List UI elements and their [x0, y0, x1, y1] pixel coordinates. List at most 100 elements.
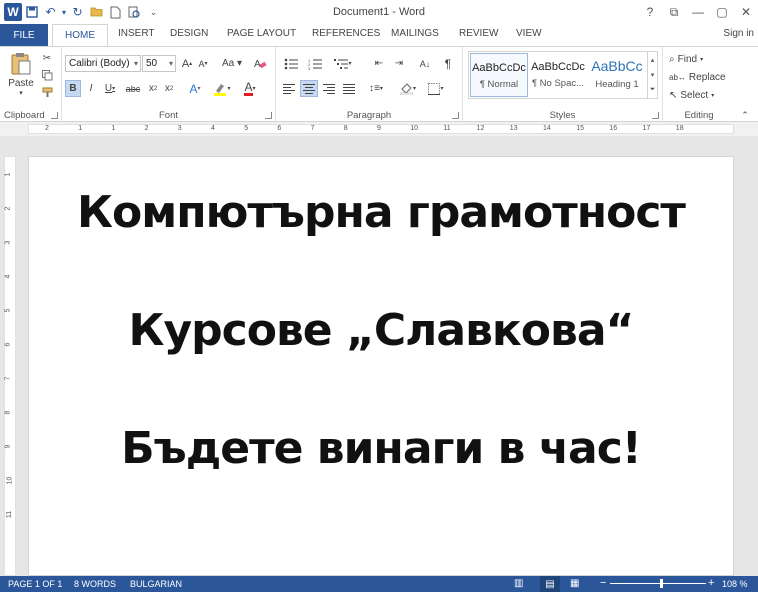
font-size-combo[interactable]: 50 ▾ — [142, 55, 176, 72]
tab-file[interactable]: FILE — [0, 24, 48, 46]
strikethrough-button[interactable]: abc — [124, 80, 142, 97]
bold-button[interactable]: B — [65, 80, 81, 97]
word-count[interactable]: 8 WORDS — [74, 579, 116, 589]
close-icon[interactable]: ✕ — [734, 0, 758, 24]
grow-font-icon[interactable]: A ▴ — [180, 55, 194, 72]
font-size-dropdown-icon[interactable]: ▾ — [169, 56, 173, 71]
underline-button[interactable]: U ▾ — [100, 80, 120, 97]
cut-icon[interactable]: ✂ — [40, 51, 54, 65]
align-right-icon[interactable] — [320, 80, 338, 97]
help-icon[interactable]: ? — [638, 0, 662, 24]
paste-button[interactable]: Paste ▾ — [6, 51, 36, 97]
minimize-icon[interactable]: — — [686, 0, 710, 24]
select-button[interactable]: ↖ Select ▾ — [669, 87, 714, 103]
zoom-level[interactable]: 108 % — [722, 579, 748, 589]
style-normal[interactable]: AaBbCcDc ¶ Normal — [470, 53, 528, 97]
document-page[interactable]: Компютърна грамотност Курсове „Славкова“… — [28, 156, 734, 576]
vertical-ruler-number: 6 — [4, 342, 12, 347]
paste-dropdown-icon[interactable]: ▾ — [19, 89, 23, 97]
ruler-number: 13 — [509, 125, 518, 132]
page-count[interactable]: PAGE 1 OF 1 — [8, 579, 62, 589]
font-name-combo[interactable]: Calibri (Body) ▾ — [65, 55, 141, 72]
find-dropdown-icon[interactable]: ▾ — [700, 56, 703, 63]
line-spacing-icon[interactable]: ↕≡ ▾ — [364, 80, 388, 97]
paragraph-launcher-icon[interactable] — [452, 112, 459, 119]
select-dropdown-icon[interactable]: ▾ — [711, 92, 714, 99]
find-label: Find — [677, 53, 698, 65]
shading-icon[interactable]: ▾ — [396, 80, 420, 97]
styles-more-icon[interactable]: ⏷ — [650, 86, 656, 94]
ruler-number: 15 — [576, 125, 584, 132]
styles-label: Styles — [549, 110, 576, 121]
sort-icon[interactable]: A↓ — [416, 55, 434, 72]
sign-in-link[interactable]: Sign in — [723, 28, 754, 39]
title-bar: W ↶ ▾ ↻ ⌄ Document1 - Word ? ⧉ — ▢ ✕ — [0, 0, 758, 24]
style-heading-1[interactable]: AaBbCc Heading 1 — [588, 53, 646, 97]
multilevel-list-icon[interactable]: ▾ — [328, 55, 358, 72]
style-no-spacing[interactable]: AaBbCcDc ¶ No Spac... — [529, 53, 587, 97]
styles-scroll-down-icon[interactable]: ▾ — [651, 71, 655, 79]
tab-insert[interactable]: INSERT — [118, 28, 155, 39]
format-painter-icon[interactable] — [40, 85, 54, 99]
document-line-2[interactable]: Курсове „Славкова“ — [29, 305, 733, 356]
styles-scrollbar[interactable]: ▴ ▾ ⏷ — [647, 52, 657, 98]
collapse-ribbon-icon[interactable]: ⌃ — [738, 109, 752, 121]
font-launcher-icon[interactable] — [265, 112, 272, 119]
document-line-1[interactable]: Компютърна грамотност — [29, 187, 733, 238]
ruler-number: 8 — [343, 125, 348, 132]
align-left-icon[interactable] — [280, 80, 298, 97]
numbering-icon[interactable]: 123 — [304, 55, 326, 72]
ruler-number: 9 — [377, 125, 381, 132]
italic-button[interactable]: I — [84, 80, 98, 97]
language-indicator[interactable]: BULGARIAN — [130, 579, 182, 589]
borders-icon[interactable]: ▾ — [424, 80, 448, 97]
text-effects-icon[interactable]: A ▾ — [184, 80, 206, 97]
clear-formatting-icon[interactable]: A — [252, 55, 268, 72]
zoom-slider[interactable] — [610, 583, 706, 584]
highlight-icon[interactable]: ▾ — [210, 80, 234, 97]
tab-view[interactable]: VIEW — [516, 28, 542, 39]
align-center-icon[interactable] — [300, 80, 318, 97]
tab-mailings[interactable]: MAILINGS — [391, 28, 439, 39]
document-line-3[interactable]: Бъдете винаги в час! — [29, 423, 733, 474]
change-case-icon[interactable]: Aa ▾ — [220, 55, 244, 72]
clipboard-launcher-icon[interactable] — [51, 112, 58, 119]
justify-icon[interactable] — [340, 80, 358, 97]
ribbon-display-icon[interactable]: ⧉ — [662, 0, 686, 24]
tab-review[interactable]: REVIEW — [459, 28, 498, 39]
increase-indent-icon[interactable]: ⇥ — [390, 55, 408, 72]
copy-icon[interactable] — [40, 68, 54, 82]
zoom-in-icon[interactable]: + — [708, 577, 714, 589]
styles-launcher-icon[interactable] — [652, 112, 659, 119]
show-marks-icon[interactable]: ¶ — [440, 55, 456, 72]
vertical-ruler-number: 5 — [4, 308, 12, 313]
superscript-button[interactable]: x2 — [162, 80, 176, 97]
find-button[interactable]: ⌕ Find ▾ — [669, 51, 703, 67]
shrink-font-icon[interactable]: A ▾ — [196, 55, 210, 72]
zoom-slider-thumb[interactable] — [660, 579, 663, 588]
tab-design[interactable]: DESIGN — [170, 28, 208, 39]
web-layout-icon[interactable]: ▦ — [570, 578, 579, 589]
font-color-icon[interactable]: A ▾ — [238, 80, 262, 97]
horizontal-ruler[interactable]: 2 1 1 2 3 4 5 6 7 8 9 10 11 12 13 14 15 16 17 18 — [0, 122, 758, 136]
tab-home[interactable]: HOME — [52, 24, 108, 46]
vertical-ruler[interactable]: 1 2 3 4 5 6 7 8 9 10 11 — [4, 156, 16, 576]
paste-icon — [11, 52, 31, 74]
tab-references[interactable]: REFERENCES — [312, 28, 380, 39]
read-mode-icon[interactable]: ▥ — [514, 578, 523, 589]
styles-scroll-up-icon[interactable]: ▴ — [651, 56, 655, 64]
vertical-ruler-number: 1 — [4, 172, 12, 177]
ribbon: Paste ▾ ✂ Clipboard Calibri (Body) ▾ 50 … — [0, 46, 758, 123]
decrease-indent-icon[interactable]: ⇤ — [370, 55, 388, 72]
ribbon-tabs: FILE HOME INSERT DESIGN PAGE LAYOUT REFE… — [0, 24, 758, 46]
font-name-dropdown-icon[interactable]: ▾ — [134, 56, 138, 71]
zoom-out-icon[interactable]: − — [600, 577, 606, 589]
replace-button[interactable]: ab↔ Replace — [669, 69, 726, 85]
ruler-number: 5 — [244, 125, 249, 132]
style-heading-1-preview: AaBbCc — [591, 58, 643, 74]
bullets-icon[interactable] — [280, 55, 302, 72]
subscript-button[interactable]: x2 — [146, 80, 160, 97]
tab-page-layout[interactable]: PAGE LAYOUT — [227, 28, 296, 39]
restore-icon[interactable]: ▢ — [710, 0, 734, 24]
print-layout-icon[interactable]: ▤ — [540, 576, 560, 592]
